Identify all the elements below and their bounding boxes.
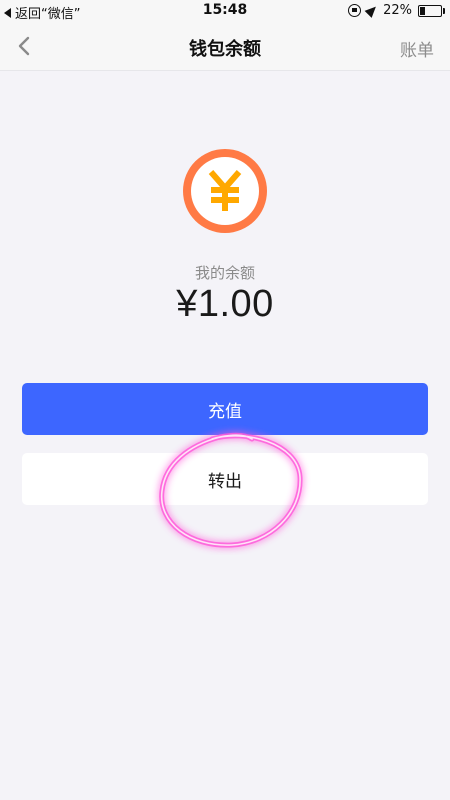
yuan-coin-icon — [183, 149, 267, 233]
status-bar: 返回“微信” 15:48 22% — [0, 0, 450, 22]
page-title: 钱包余额 — [189, 39, 261, 60]
balance-amount: ¥1.00 — [176, 283, 274, 325]
rotation-lock-icon — [348, 4, 362, 17]
balance-label: 我的余额 — [194, 264, 255, 282]
recharge-button[interactable]: 充值 — [22, 383, 428, 435]
bill-button[interactable]: 账单 — [400, 36, 434, 61]
yuan-symbol-icon — [208, 170, 242, 211]
battery-percent: 22% — [383, 3, 412, 18]
battery-icon — [418, 4, 445, 17]
transfer-out-button[interactable]: 转出 — [22, 453, 428, 505]
status-indicators: 22% — [348, 3, 445, 18]
navigation-bar: 钱包余额 账单 — [0, 22, 450, 71]
location-arrow-icon — [364, 3, 380, 18]
